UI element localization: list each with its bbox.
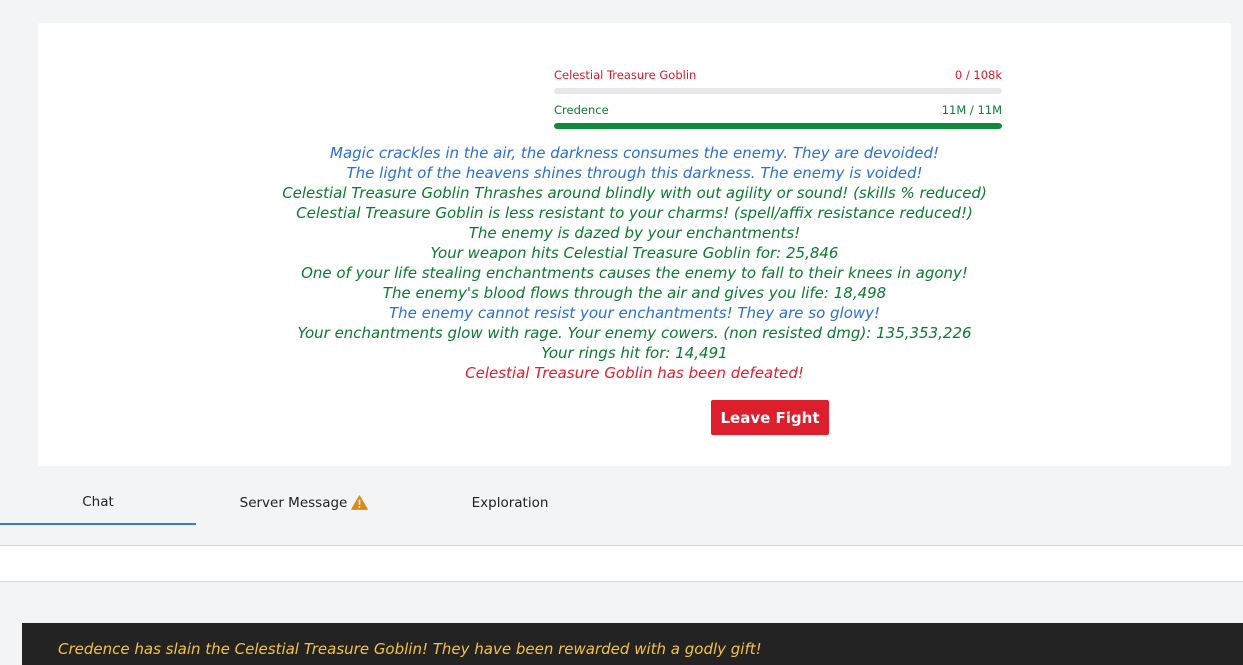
battle-log-line: Celestial Treasure Goblin Thrashes aroun… xyxy=(282,184,987,202)
battle-log-line: Your rings hit for: 14,491 xyxy=(541,344,728,362)
battle-log-line: The enemy is dazed by your enchantments! xyxy=(468,224,801,242)
monster-health: Celestial Treasure Goblin 0 / 108k xyxy=(554,67,1002,94)
tab-server-message[interactable]: Server Message xyxy=(196,480,412,525)
battle-log-line: The light of the heavens shines through … xyxy=(346,164,923,182)
battle-log-line: Celestial Treasure Goblin is less resist… xyxy=(296,204,973,222)
battle-log-line: Celestial Treasure Goblin has been defea… xyxy=(465,364,804,382)
monster-hp-track xyxy=(554,88,1002,94)
monster-name: Celestial Treasure Goblin xyxy=(554,68,697,82)
player-hp-fill xyxy=(554,123,1002,129)
fight-panel: Celestial Treasure Goblin 0 / 108k Crede… xyxy=(38,23,1231,466)
warning-icon xyxy=(351,495,369,510)
battle-log-line: Your weapon hits Celestial Treasure Gobl… xyxy=(430,244,839,262)
tab-chat[interactable]: Chat xyxy=(0,480,196,525)
battle-log: Magic crackles in the air, the darkness … xyxy=(38,143,1231,383)
tab-content-area xyxy=(0,546,1243,582)
tab-exploration[interactable]: Exploration xyxy=(412,480,608,525)
chat-window: Credence has slain the Celestial Treasur… xyxy=(22,623,1243,665)
battle-log-line: The enemy's blood flows through the air … xyxy=(382,284,887,302)
tab-server-message-label: Server Message xyxy=(239,494,348,511)
battle-log-line: Magic crackles in the air, the darkness … xyxy=(330,144,939,162)
tab-chat-label: Chat xyxy=(82,493,114,510)
tab-bar: Chat Server Message Exploration xyxy=(0,480,1243,546)
monster-hp-text: 0 / 108k xyxy=(954,68,1002,82)
player-hp-text: 11M / 11M xyxy=(941,103,1002,117)
tab-exploration-label: Exploration xyxy=(471,494,549,511)
leave-fight-button[interactable]: Leave Fight xyxy=(711,400,829,435)
player-name: Credence xyxy=(554,103,609,117)
battle-log-line: The enemy cannot resist your enchantment… xyxy=(388,304,881,322)
battle-log-line: One of your life stealing enchantments c… xyxy=(301,264,968,282)
battle-log-line: Your enchantments glow with rage. Your e… xyxy=(297,324,972,342)
player-hp-track xyxy=(554,123,1002,129)
health-bars: Celestial Treasure Goblin 0 / 108k Crede… xyxy=(554,67,1002,129)
player-health: Credence 11M / 11M xyxy=(554,102,1002,129)
chat-message: Credence has slain the Celestial Treasur… xyxy=(58,640,762,658)
